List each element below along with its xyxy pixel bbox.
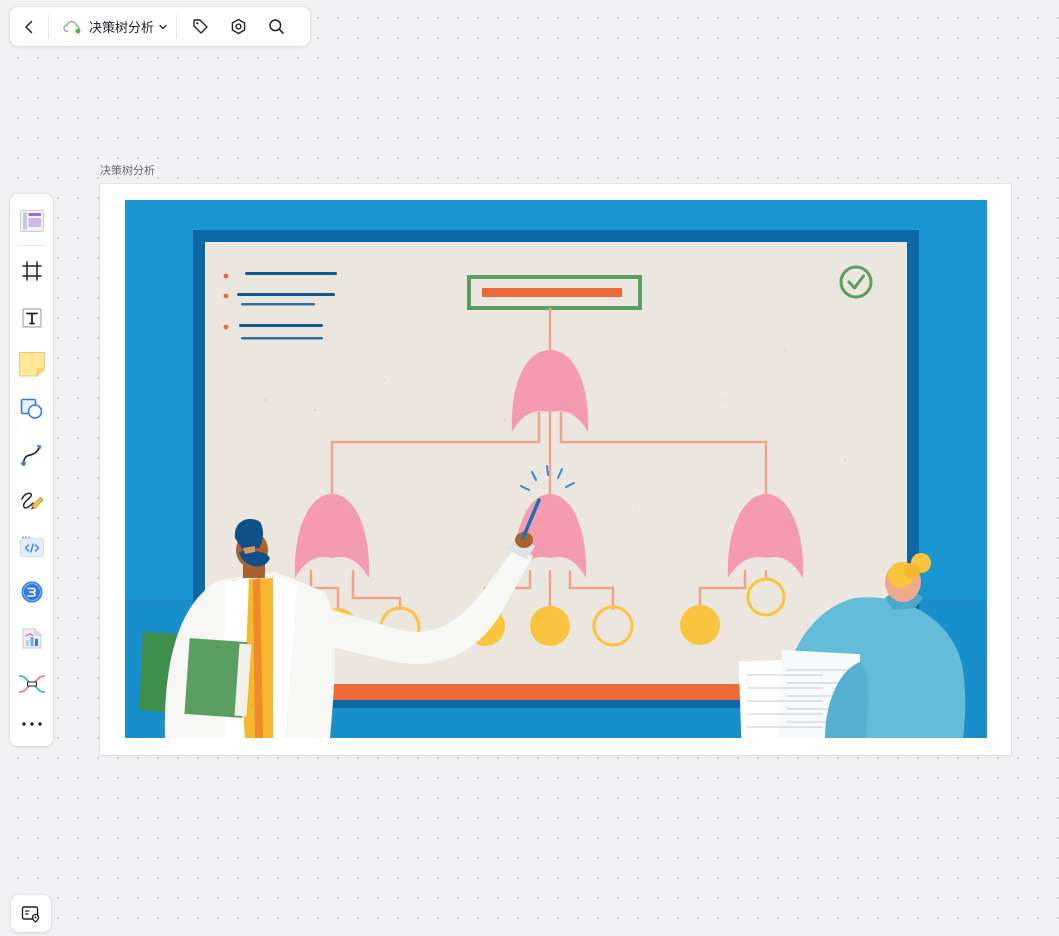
- minimap-button[interactable]: [11, 895, 51, 932]
- sticky-note-icon: [18, 352, 45, 377]
- connector-tool[interactable]: [10, 437, 53, 473]
- left-tool-rail: [10, 194, 53, 746]
- decision-tree-illustration[interactable]: [125, 200, 987, 738]
- shape-tool-icon: [20, 398, 42, 419]
- connector-tool-icon: [20, 445, 41, 466]
- template-icon: [19, 210, 44, 232]
- mindmap-icon: [21, 581, 42, 603]
- tag-button[interactable]: [181, 7, 219, 46]
- more-icon: [21, 722, 42, 726]
- cloud-sync-icon: [63, 20, 81, 33]
- top-toolbar: 决策树分析: [10, 7, 310, 46]
- text-tool-icon: [22, 308, 41, 328]
- mindmap-tool[interactable]: [10, 574, 53, 610]
- toolbar-actions: [177, 7, 295, 46]
- frame-tool[interactable]: [10, 253, 53, 289]
- frame-title[interactable]: 决策树分析: [100, 162, 155, 178]
- pen-tool[interactable]: [10, 483, 53, 519]
- decision-tree-illustration-art: [125, 200, 987, 738]
- minimap-icon: [21, 905, 40, 923]
- chart-tool-icon: [22, 628, 41, 649]
- chart-tool[interactable]: [10, 620, 53, 656]
- back-button[interactable]: [10, 7, 48, 46]
- code-block-tool[interactable]: [10, 529, 53, 565]
- flowchart-icon: [18, 675, 45, 693]
- document-title: 决策树分析: [89, 21, 155, 36]
- more-tools-button[interactable]: [10, 706, 53, 742]
- chevron-down-icon: [159, 24, 167, 29]
- gear-icon: [231, 18, 245, 35]
- canvas-frame[interactable]: [100, 184, 1011, 755]
- text-tool[interactable]: [10, 300, 53, 336]
- frame-tool-icon: [21, 261, 42, 281]
- code-block-icon: [19, 536, 44, 557]
- back-arrow-icon: [25, 20, 33, 33]
- tag-icon: [192, 19, 208, 34]
- template-tool[interactable]: [10, 203, 53, 239]
- settings-button[interactable]: [219, 7, 257, 46]
- pen-tool-icon: [20, 492, 44, 510]
- search-button[interactable]: [257, 7, 295, 46]
- document-title-dropdown[interactable]: 决策树分析: [49, 7, 176, 46]
- rail-divider: [17, 245, 46, 246]
- flowchart-tool[interactable]: [10, 666, 53, 702]
- shape-tool[interactable]: [10, 391, 53, 427]
- sticky-note-tool[interactable]: [10, 346, 53, 382]
- search-icon: [268, 19, 284, 34]
